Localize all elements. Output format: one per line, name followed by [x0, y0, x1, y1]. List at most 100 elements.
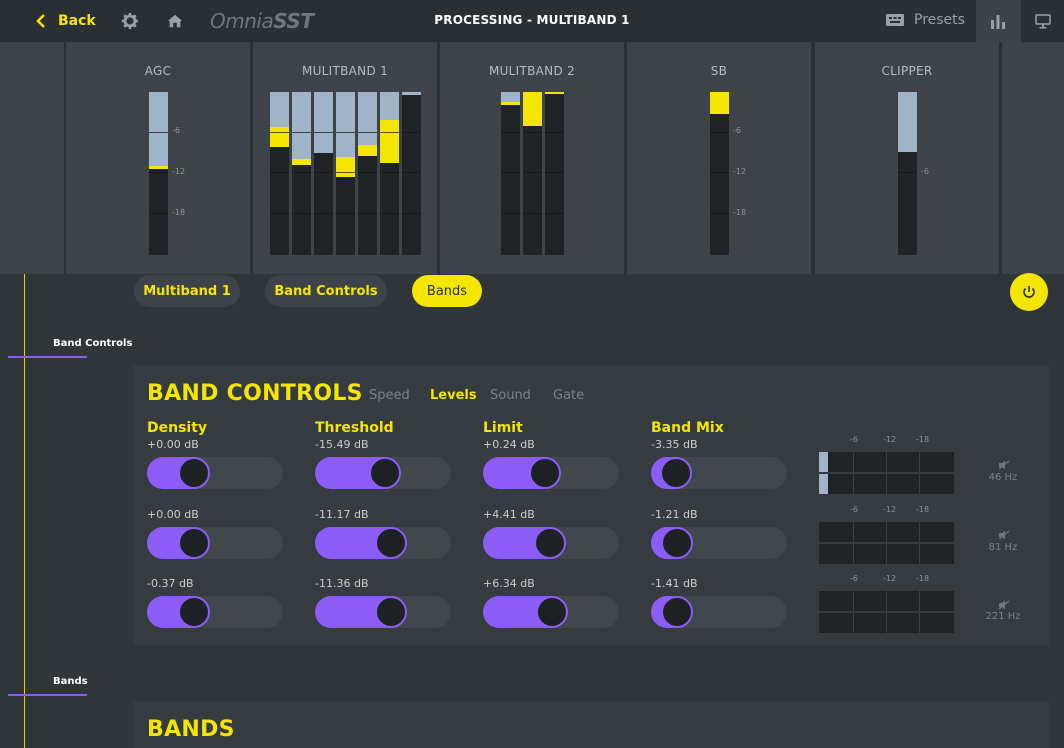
- limit-slider-band2[interactable]: [483, 527, 619, 559]
- band2-frequency: 81 Hz: [988, 542, 1018, 553]
- mb2-band2-meter: [523, 92, 542, 255]
- tab-band-controls[interactable]: Band Controls: [265, 275, 387, 307]
- bar-chart-icon: [991, 15, 1005, 29]
- mb1-band2-meter: [292, 92, 311, 255]
- multiband1-panel: MULITBAND 1: [253, 42, 437, 274]
- band3-meter-tick-18: -18: [916, 574, 930, 583]
- mb2-band3-meter: [545, 92, 564, 255]
- agc-tick-6: -6: [172, 126, 180, 135]
- rail-label-band-controls[interactable]: Band Controls: [53, 338, 132, 349]
- limit-value-band2: +4.41 dB: [483, 508, 535, 521]
- band3-meter-top: [819, 591, 954, 611]
- bandmix-value-band2: -1.21 dB: [651, 508, 698, 521]
- band3-meter-bottom: [819, 613, 954, 633]
- sb-title: SB: [710, 64, 728, 78]
- agc-panel: AGC -6 -12 -18: [66, 42, 250, 274]
- subtab-speed[interactable]: Speed: [369, 388, 410, 403]
- multiband1-title: MULITBAND 1: [301, 64, 389, 78]
- density-slider-band1[interactable]: [147, 457, 283, 489]
- slider-knob[interactable]: [178, 527, 210, 559]
- rail-marker-bands: [8, 694, 87, 696]
- meters-view-button[interactable]: [976, 0, 1021, 42]
- param-threshold: Threshold: [315, 420, 394, 436]
- threshold-value-band2: -11.17 dB: [315, 508, 369, 521]
- top-bar: Back OmniaSST PROCESSING - MULTIBAND 1 P…: [0, 0, 1064, 42]
- section-rail: [24, 274, 25, 748]
- bandmix-value-band1: -3.35 dB: [651, 438, 698, 451]
- threshold-value-band3: -11.36 dB: [315, 577, 369, 590]
- band2-meter-tick-18: -18: [916, 505, 930, 514]
- slider-knob[interactable]: [660, 457, 692, 489]
- bandmix-value-band3: -1.41 dB: [651, 577, 698, 590]
- param-band-mix: Band Mix: [651, 420, 724, 436]
- band2-meter-bottom: [819, 544, 954, 564]
- slider-knob[interactable]: [375, 596, 407, 628]
- band-controls-card: BAND CONTROLS Speed Levels Sound Gate De…: [133, 365, 1049, 645]
- limit-slider-band3[interactable]: [483, 596, 619, 628]
- subtab-levels[interactable]: Levels: [430, 388, 477, 403]
- limit-slider-band1[interactable]: [483, 457, 619, 489]
- tab-bands[interactable]: Bands: [412, 275, 482, 307]
- subtab-gate[interactable]: Gate: [553, 388, 584, 403]
- mb1-band5-meter: [358, 92, 377, 255]
- slider-knob[interactable]: [178, 457, 210, 489]
- band1-frequency: 46 Hz: [988, 472, 1018, 483]
- slider-knob[interactable]: [534, 527, 566, 559]
- mute-icon[interactable]: [998, 600, 1010, 610]
- presets-button[interactable]: Presets: [886, 12, 965, 28]
- density-slider-band3[interactable]: [147, 596, 283, 628]
- sb-tick-12: -12: [733, 167, 747, 176]
- meter-strip: AGC -6 -12 -18 MULITBAND 1 MULITBAND 2 S…: [0, 42, 1064, 274]
- band2-meter-tick-6: -6: [850, 505, 858, 514]
- slider-knob[interactable]: [661, 527, 693, 559]
- slider-knob[interactable]: [536, 596, 568, 628]
- power-icon: [1023, 286, 1035, 298]
- bandmix-slider-band3[interactable]: [651, 596, 787, 628]
- sb-tick-18: -18: [733, 208, 747, 217]
- meter-panel-edge: [0, 42, 64, 274]
- band3-meter-tick-12: -12: [883, 574, 897, 583]
- subtab-sound[interactable]: Sound: [490, 388, 531, 403]
- bandmix-slider-band1[interactable]: [651, 457, 787, 489]
- threshold-slider-band3[interactable]: [315, 596, 451, 628]
- agc-tick-12: -12: [172, 167, 186, 176]
- limit-value-band3: +6.34 dB: [483, 577, 535, 590]
- threshold-slider-band1[interactable]: [315, 457, 451, 489]
- slider-knob[interactable]: [178, 596, 210, 628]
- density-value-band2: +0.00 dB: [147, 508, 199, 521]
- display-button[interactable]: [1021, 0, 1064, 42]
- power-button[interactable]: [1010, 273, 1048, 311]
- slider-knob[interactable]: [375, 527, 407, 559]
- slider-knob[interactable]: [661, 596, 693, 628]
- band1-meter-bottom: [819, 474, 954, 494]
- presets-icon: [886, 14, 904, 26]
- slider-knob[interactable]: [529, 457, 561, 489]
- param-density: Density: [147, 420, 208, 436]
- band2-meter-tick-12: -12: [883, 505, 897, 514]
- bands-card: BANDS: [133, 701, 1049, 748]
- clipper-title: CLIPPER: [881, 64, 933, 78]
- mb1-band4-meter: [336, 92, 355, 255]
- clipper-meter: [898, 92, 917, 255]
- sb-meter: [710, 92, 729, 255]
- mute-icon[interactable]: [998, 460, 1010, 470]
- agc-title: AGC: [144, 64, 172, 78]
- threshold-slider-band2[interactable]: [315, 527, 451, 559]
- band3-meter-tick-6: -6: [850, 574, 858, 583]
- density-value-band3: -0.37 dB: [147, 577, 194, 590]
- band1-meter-top: [819, 452, 954, 472]
- agc-tick-18: -18: [172, 208, 186, 217]
- band1-meter-tick-18: -18: [916, 435, 930, 444]
- rail-label-bands[interactable]: Bands: [53, 676, 88, 687]
- tab-multiband-1[interactable]: Multiband 1: [134, 275, 240, 307]
- bandmix-slider-band2[interactable]: [651, 527, 787, 559]
- threshold-value-band1: -15.49 dB: [315, 438, 369, 451]
- mb2-band1-meter: [501, 92, 520, 255]
- slider-knob[interactable]: [369, 457, 401, 489]
- density-slider-band2[interactable]: [147, 527, 283, 559]
- density-value-band1: +0.00 dB: [147, 438, 199, 451]
- mb1-band1-meter: [270, 92, 289, 255]
- mb1-band6-meter: [380, 92, 399, 255]
- mute-icon[interactable]: [998, 530, 1010, 540]
- multiband2-panel: MULITBAND 2: [440, 42, 624, 274]
